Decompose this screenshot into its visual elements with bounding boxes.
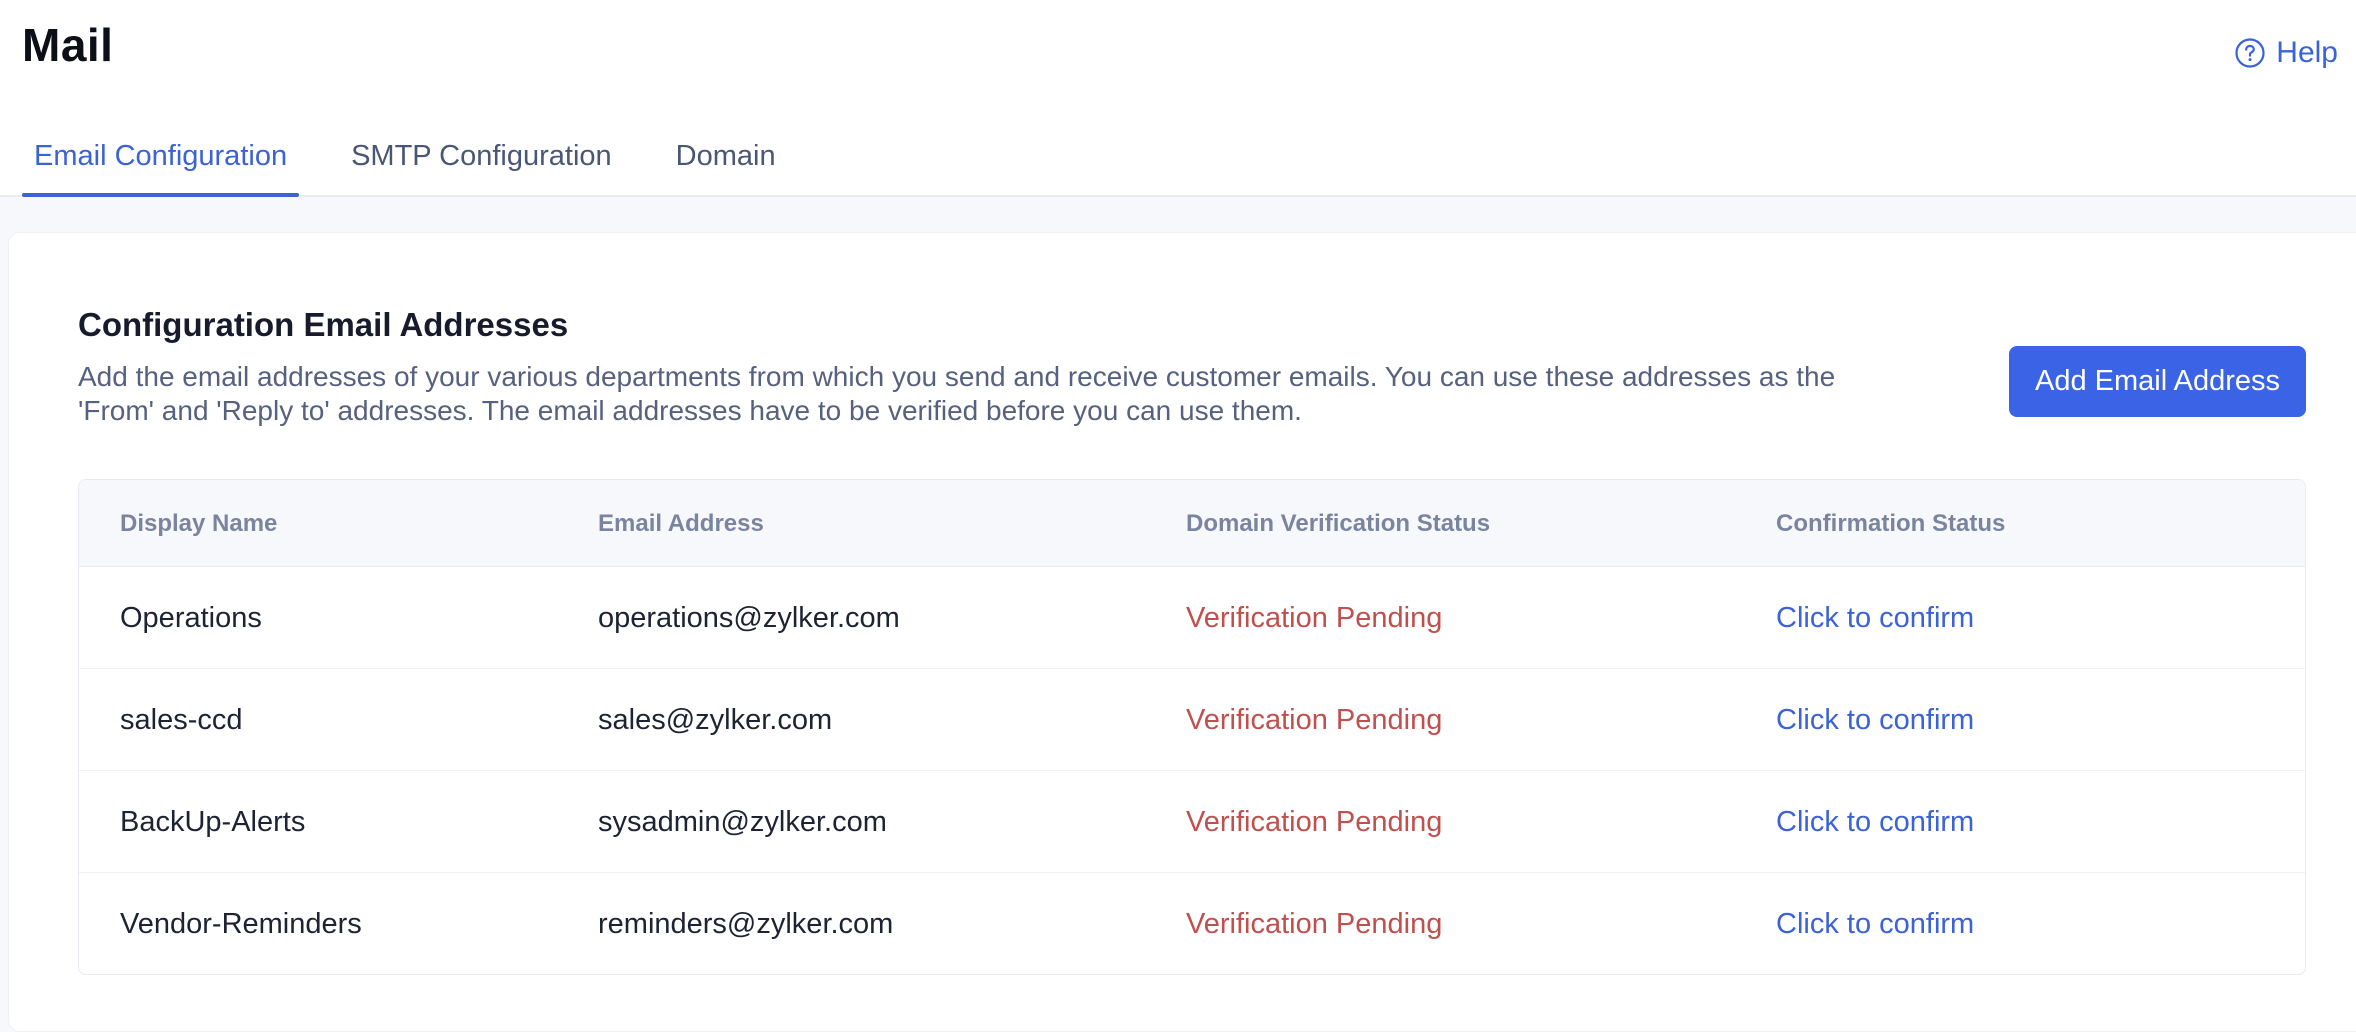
click-to-confirm-link[interactable]: Click to confirm	[1776, 669, 1974, 771]
email-addresses-table: Display Name Email Address Domain Verifi…	[78, 479, 2306, 975]
table-row: BackUp-Alerts sysadmin@zylker.com Verifi…	[79, 771, 2305, 873]
display-name-cell: BackUp-Alerts	[120, 805, 306, 838]
domain-verification-status-cell: Verification Pending	[1186, 907, 1443, 940]
section-title: Configuration Email Addresses	[78, 306, 569, 343]
click-to-confirm-link[interactable]: Click to confirm	[1776, 567, 1974, 669]
email-address-cell: sysadmin@zylker.com	[598, 805, 887, 838]
display-name-cell: Operations	[120, 601, 262, 634]
tab-smtp-configuration[interactable]: SMTP Configuration	[339, 120, 624, 197]
click-to-confirm-link[interactable]: Click to confirm	[1776, 771, 1974, 873]
tab-email-configuration[interactable]: Email Configuration	[22, 120, 300, 197]
domain-verification-status-cell: Verification Pending	[1186, 601, 1443, 634]
page-header: Mail Help Email Configuration SMTP Confi…	[0, 0, 2356, 197]
column-header-display-name: Display Name	[120, 509, 278, 537]
domain-verification-status-cell: Verification Pending	[1186, 805, 1443, 838]
display-name-cell: sales-ccd	[120, 703, 243, 736]
display-name-cell: Vendor-Reminders	[120, 907, 362, 940]
email-address-cell: reminders@zylker.com	[598, 907, 894, 940]
column-header-domain-verification-status: Domain Verification Status	[1186, 509, 1491, 537]
add-email-address-button[interactable]: Add Email Address	[2009, 346, 2306, 417]
table-row: Vendor-Reminders reminders@zylker.com Ve…	[79, 873, 2305, 974]
tab-domain[interactable]: Domain	[664, 120, 788, 197]
section-description: Add the email addresses of your various …	[78, 361, 1836, 426]
column-header-confirmation-status: Confirmation Status	[1776, 509, 2006, 537]
page-title: Mail	[22, 19, 114, 71]
question-circle-icon	[2234, 37, 2266, 69]
table-header: Display Name Email Address Domain Verifi…	[79, 480, 2305, 567]
table-row: sales-ccd sales@zylker.com Verification …	[79, 669, 2305, 771]
email-address-cell: sales@zylker.com	[598, 703, 833, 736]
tab-bar: Email Configuration SMTP Configuration D…	[22, 120, 828, 197]
table-row: Operations operations@zylker.com Verific…	[79, 567, 2305, 669]
help-link[interactable]: Help	[2234, 36, 2338, 70]
email-address-cell: operations@zylker.com	[598, 601, 900, 634]
help-label: Help	[2276, 36, 2338, 69]
column-header-email-address: Email Address	[598, 509, 764, 537]
domain-verification-status-cell: Verification Pending	[1186, 703, 1443, 736]
click-to-confirm-link[interactable]: Click to confirm	[1776, 873, 1974, 974]
